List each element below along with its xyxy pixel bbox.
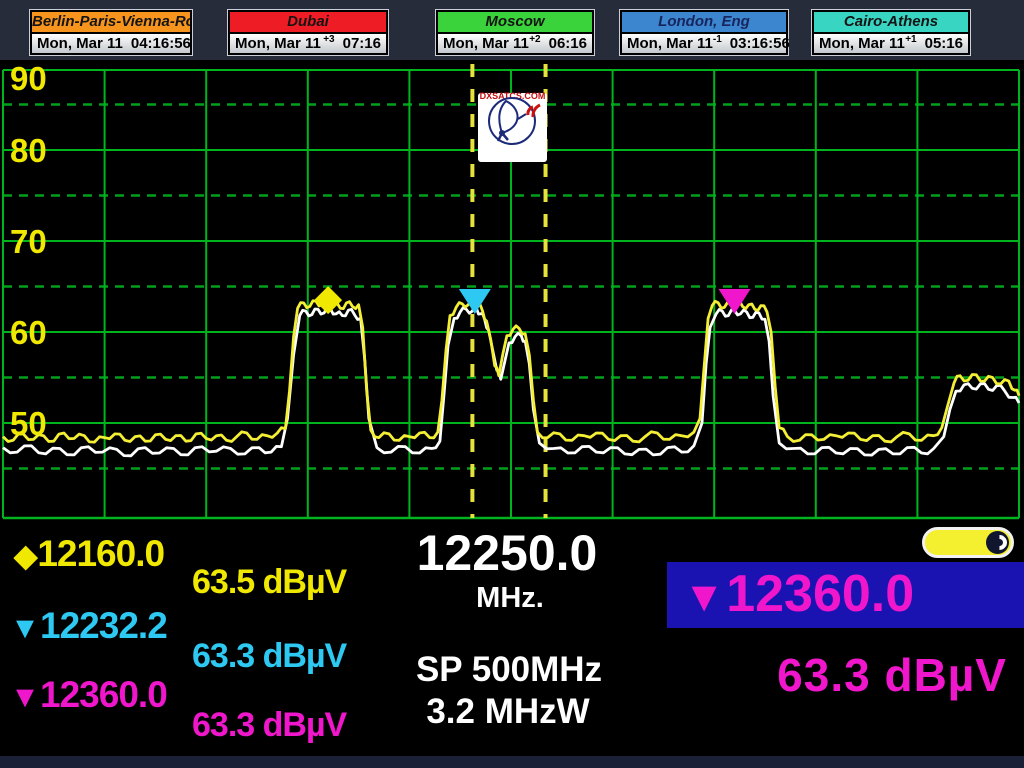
clock-time: 06:16: [541, 35, 587, 52]
spectrum-plot: 90 80 70 60 50 DXSATCS.COM: [0, 60, 1024, 520]
clock-utc-offset: +2: [529, 34, 540, 45]
y-axis-label: 50: [10, 405, 47, 442]
y-axis-label: 60: [10, 314, 47, 351]
marker-a-frequency: ◆12160.0: [14, 533, 164, 575]
clock-city-label: Moscow: [436, 10, 594, 34]
bandwidth-readout: 3.2 MHzW: [426, 692, 589, 732]
marker-a-level: 63.5 dBµV: [192, 563, 346, 602]
triangle-marker-icon: ▼: [683, 573, 725, 621]
satellite-dish-icon: [478, 93, 547, 149]
clock-city-label: Cairo-Athens: [812, 10, 970, 34]
clock-date: Mon, Mar 11: [37, 35, 123, 52]
clock-utc-offset: +1: [905, 34, 916, 45]
marker-b-frequency: ▼12232.2: [10, 605, 167, 647]
clock-date: Mon, Mar 11: [235, 35, 321, 52]
clock-panel-cairo: Cairo-Athens Mon, Mar 11+105:16: [812, 10, 970, 55]
clock-city-label: London, Eng: [620, 10, 788, 34]
diamond-marker-icon: ◆: [14, 540, 36, 573]
bottom-strip: [0, 756, 1024, 768]
clock-time: 07:16: [335, 35, 381, 52]
speaker-icon: [986, 531, 1009, 554]
clock-panel-london: London, Eng Mon, Mar 11-103:16:56: [620, 10, 788, 55]
triangle-marker-icon: ▼: [10, 681, 39, 714]
y-axis-label: 80: [10, 132, 47, 169]
clock-city-label: Dubai: [228, 10, 388, 34]
center-frequency: 12250.0: [417, 524, 598, 582]
readout-panel: ◆12160.0 63.5 dBµV ▼12232.2 63.3 dBµV ▼1…: [0, 520, 1024, 768]
active-marker-frequency: ▼12360.0: [683, 564, 914, 624]
triangle-marker-icon: ▼: [10, 612, 39, 645]
clock-utc-offset: +3: [323, 34, 334, 45]
active-marker-banner: ▼12360.0: [667, 562, 1024, 628]
clock-time: 03:16:56: [722, 35, 790, 52]
frequency-unit: MHz.: [476, 582, 544, 615]
clock-panel-moscow: Moscow Mon, Mar 11+206:16: [436, 10, 594, 55]
y-axis-label: 70: [10, 223, 47, 260]
clock-city-label: Berlin-Paris-Vienna-Roma: [30, 10, 192, 34]
active-marker-level: 63.3 dBµV: [777, 648, 1007, 702]
toggle-switch[interactable]: [922, 527, 1014, 558]
marker-c-frequency: ▼12360.0: [10, 674, 167, 716]
clock-panel-dubai: Dubai Mon, Mar 11+307:16: [228, 10, 388, 55]
clock-date: Mon, Mar 11: [627, 35, 713, 52]
y-axis-label: 90: [10, 60, 47, 97]
clock-date: Mon, Mar 11: [443, 35, 529, 52]
span-readout: SP 500MHz: [416, 650, 602, 690]
clock-utc-offset: -1: [713, 34, 722, 45]
clock-time: 04:16:56: [123, 35, 191, 52]
clock-time: 05:16: [917, 35, 963, 52]
marker-c-level: 63.3 dBµV: [192, 706, 346, 745]
dxsatcs-logo: DXSATCS.COM: [478, 93, 547, 162]
marker-b-level: 63.3 dBµV: [192, 637, 346, 676]
clock-date: Mon, Mar 11: [819, 35, 905, 52]
peak-marker-b: [459, 289, 491, 314]
clock-panel-berlin: Berlin-Paris-Vienna-Roma Mon, Mar 1104:1…: [30, 10, 192, 55]
world-clock-bar: Berlin-Paris-Vienna-Roma Mon, Mar 1104:1…: [0, 0, 1024, 60]
